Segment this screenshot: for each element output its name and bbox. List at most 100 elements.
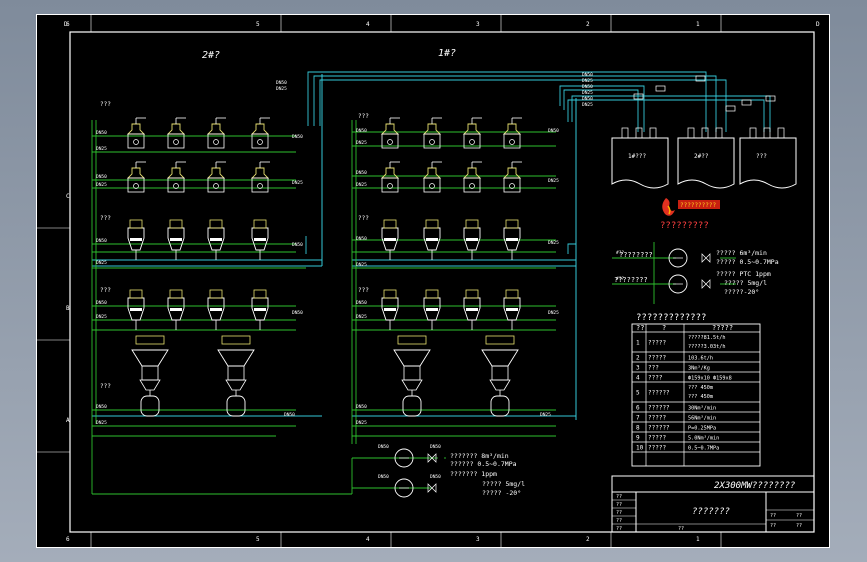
compressor-station-bottom: ??????? 8m³/min ?????? 0.5~0.7MPa ??????…: [450, 452, 525, 497]
air-size-label: DN50: [582, 96, 593, 102]
tb-cell-2: ??: [616, 502, 622, 508]
compressor-left-label: ????????: [619, 251, 653, 259]
inner-border: [69, 31, 815, 533]
drawing-labels: 1#??? 2#?? ????????????????????????DN50DN2…: [96, 72, 767, 480]
pipe-size-label: DN25: [96, 146, 107, 152]
collector-inlet: [221, 335, 251, 345]
table-cell-item: ??????: [648, 425, 670, 432]
table-cell-no: 5: [636, 390, 640, 397]
table-cell-item: ??????: [648, 405, 670, 412]
feeder-port: [509, 139, 515, 145]
zone-top-2: 2: [586, 21, 590, 28]
compressor-station-right: ???????? ???????? ????? 6m³/min ????? 0.…: [614, 249, 779, 296]
table-cell-value-2: ?????3.03t/h: [688, 344, 725, 350]
row-tag-r-1: ???: [358, 215, 369, 222]
zone-top-5: 5: [256, 21, 260, 28]
hopper-valve: [425, 219, 439, 229]
pipe-size-label: DN50: [292, 310, 303, 316]
table-cell-item: ?????: [648, 435, 666, 442]
table-cell-value: 0.5~0.7MPa: [688, 446, 719, 452]
comp-size-label: DN50: [430, 444, 441, 450]
pipe-size-label: DN50: [356, 170, 367, 176]
feeder-valve: [380, 123, 400, 135]
collector-body: [491, 365, 509, 381]
comp-spec-5: ?????-20°: [724, 288, 759, 296]
tb-cell-3: ??: [616, 510, 622, 516]
air-line-4: [567, 99, 765, 132]
feeder-valve: [462, 167, 482, 179]
feeder-port: [173, 139, 179, 145]
table-cell-item: ?????: [648, 355, 666, 362]
air-line-7: [559, 85, 645, 132]
hopper-valve: [425, 289, 439, 299]
corner-left: D: [64, 21, 68, 28]
hopper-band: [130, 308, 142, 311]
feeder-port: [257, 139, 263, 145]
check-valve-1: [701, 253, 711, 263]
hopper-band: [254, 238, 266, 241]
pipe-size-label: DN25: [548, 178, 559, 184]
feeder-body: [423, 177, 441, 193]
feeder-body: [463, 177, 481, 193]
feeder-valve: [250, 167, 270, 179]
table-cell-value: P=0.25MPa: [688, 426, 716, 432]
zone-bottom-2: 2: [586, 536, 590, 543]
pipe-size-label: DN25: [356, 262, 367, 268]
cad-viewport[interactable]: 654321654321DDCBA 1#??? 2#???????????????…: [0, 0, 867, 562]
table-cell-value: 5.0Nm³/min: [688, 436, 719, 442]
hopper-band: [384, 238, 396, 241]
hopper-band: [506, 308, 518, 311]
silo-inlet: [621, 127, 629, 139]
feeder-port: [429, 139, 435, 145]
tb-sheet: ??: [770, 523, 776, 529]
hopper-valve: [129, 219, 143, 229]
feeder-valve: [206, 167, 226, 179]
corner-right: D: [816, 21, 820, 28]
pipe-size-label: DN25: [356, 140, 367, 146]
parameter-table: ????????????? ?? ? ????? 1 ????? ?????81.5…: [631, 313, 761, 467]
feeder-valve: [250, 123, 270, 135]
pipe-size-label: DN25: [356, 420, 367, 426]
tb-scale: ??: [770, 513, 776, 519]
bot-spec-5: ????? -20°: [482, 489, 521, 497]
table-cell-item: ?????: [648, 415, 666, 422]
comp-spec-3: ????? PTC 1ppm: [716, 270, 771, 278]
pipe-size-label: DN25: [96, 260, 107, 266]
system-diagram-canvas: 6 5 4 3 2 16 5 4 3 2 1D DCBA 1#??? 2#???????????????…: [36, 14, 830, 548]
pipe-size-label: DN50: [356, 300, 367, 306]
zone-left-A: A: [66, 417, 70, 424]
hopper-valve: [209, 219, 223, 229]
row-tag-r-2: ???: [358, 287, 369, 294]
hopper-band: [466, 238, 478, 241]
air-size-label: DN25: [582, 90, 593, 96]
feeder-port: [133, 139, 139, 145]
silo-inlet: [715, 127, 723, 139]
outer-border: [36, 14, 830, 548]
pipe-size-label: DN50: [96, 238, 107, 244]
table-cell-no: 10: [636, 445, 644, 452]
pipe-size-label: DN25: [356, 314, 367, 320]
feeder-port: [469, 139, 475, 145]
zone-bottom-6: 6: [66, 536, 70, 543]
air-size-label: DN50: [276, 80, 287, 86]
silo-label-1: 1#???: [628, 153, 646, 160]
comp-spec-1: ????? 6m³/min: [716, 249, 767, 257]
bot-spec-1: ??????? 8m³/min: [450, 452, 509, 460]
table-cell-no: 3: [636, 365, 640, 372]
air-valve: [765, 95, 776, 102]
hopper-band: [254, 308, 266, 311]
hopper-valve: [465, 289, 479, 299]
table-cell-item: ???: [648, 365, 659, 372]
feeder-valve: [502, 167, 522, 179]
pressure-vessel: [490, 395, 510, 417]
tb-cell-4: ??: [616, 518, 622, 524]
comp-size-label: DN50: [378, 444, 389, 450]
logo-banner-text: ??????????: [680, 202, 717, 209]
silo-inlet: [687, 127, 695, 139]
zone-top-3: 3: [476, 21, 480, 28]
air-valve: [741, 99, 752, 106]
hopper-valve: [505, 289, 519, 299]
row-tag-4: ???: [100, 383, 111, 390]
pipe-size-label: DN50: [96, 404, 107, 410]
air-size-label: DN25: [582, 102, 593, 108]
